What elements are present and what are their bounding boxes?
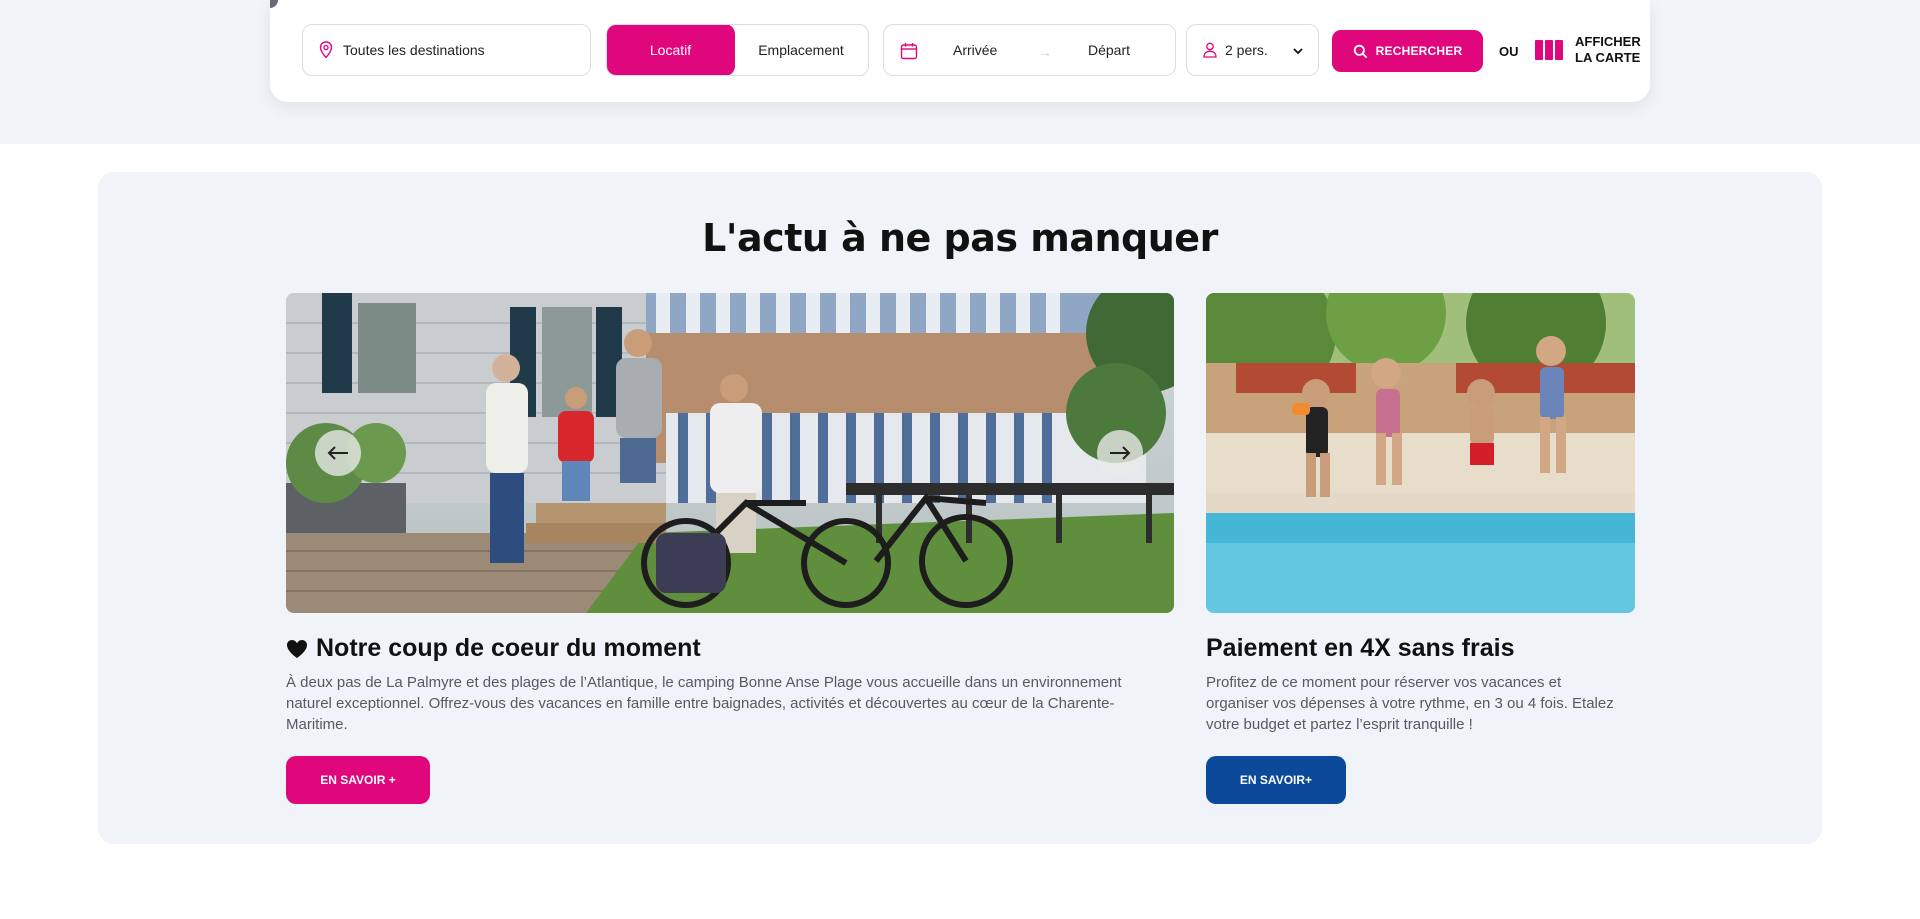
persons-value: 2 pers. xyxy=(1225,42,1268,58)
user-icon xyxy=(1203,42,1217,58)
featured-learn-more-button[interactable]: EN SAVOIR + xyxy=(286,756,430,804)
news-section-title: L'actu à ne pas manquer xyxy=(702,216,1218,260)
pool-photo xyxy=(1206,293,1635,613)
featured-card-title-text: Notre coup de coeur du moment xyxy=(316,634,701,662)
show-map-button[interactable]: AFFICHER LA CARTE xyxy=(1535,34,1645,66)
search-bar: Toutes les destinations Locatif Emplacem… xyxy=(270,0,1650,102)
arrow-left-icon xyxy=(327,446,348,460)
show-map-label: AFFICHER LA CARTE xyxy=(1575,34,1645,66)
or-label: OU xyxy=(1499,44,1519,59)
map-pin-icon xyxy=(319,41,333,59)
destination-field[interactable]: Toutes les destinations xyxy=(302,24,591,76)
arrival-date[interactable]: Arrivée xyxy=(953,42,997,58)
featured-card-text: À deux pas de La Palmyre et des plages d… xyxy=(286,674,1122,733)
date-arrow-icon: → xyxy=(1038,44,1052,60)
search-button-label: RECHERCHER xyxy=(1375,44,1463,58)
featured-camping-photo xyxy=(286,293,1174,613)
search-button[interactable]: RECHERCHER xyxy=(1332,30,1483,72)
arrow-right-icon xyxy=(1110,446,1131,460)
payment-card-title: Paiement en 4X sans frais xyxy=(1206,634,1515,662)
carousel-next-button[interactable] xyxy=(1097,430,1143,476)
show-map-label-line2: LA CARTE xyxy=(1575,50,1641,65)
show-map-label-line1: AFFICHER xyxy=(1575,34,1641,49)
payment-card-text: Profitez de ce moment pour réserver vos … xyxy=(1206,674,1614,733)
featured-card-title: Notre coup de coeur du moment xyxy=(286,634,701,663)
toggle-option-locatif[interactable]: Locatif xyxy=(607,25,735,75)
map-icon xyxy=(1535,40,1563,60)
chevron-down-icon xyxy=(1293,48,1303,55)
rental-type-toggle: Locatif Emplacement xyxy=(606,24,869,76)
carousel-prev-button[interactable] xyxy=(315,430,361,476)
destination-value: Toutes les destinations xyxy=(343,42,485,58)
toggle-option-emplacement[interactable]: Emplacement xyxy=(734,25,868,75)
persons-select[interactable]: 2 pers. xyxy=(1186,24,1319,76)
departure-date[interactable]: Départ xyxy=(1088,42,1130,58)
search-icon xyxy=(1353,44,1367,58)
dates-field[interactable]: Arrivée → Départ xyxy=(883,24,1176,76)
calendar-icon xyxy=(900,43,918,60)
payment-learn-more-button[interactable]: EN SAVOIR+ xyxy=(1206,756,1346,804)
heart-icon xyxy=(287,639,307,658)
